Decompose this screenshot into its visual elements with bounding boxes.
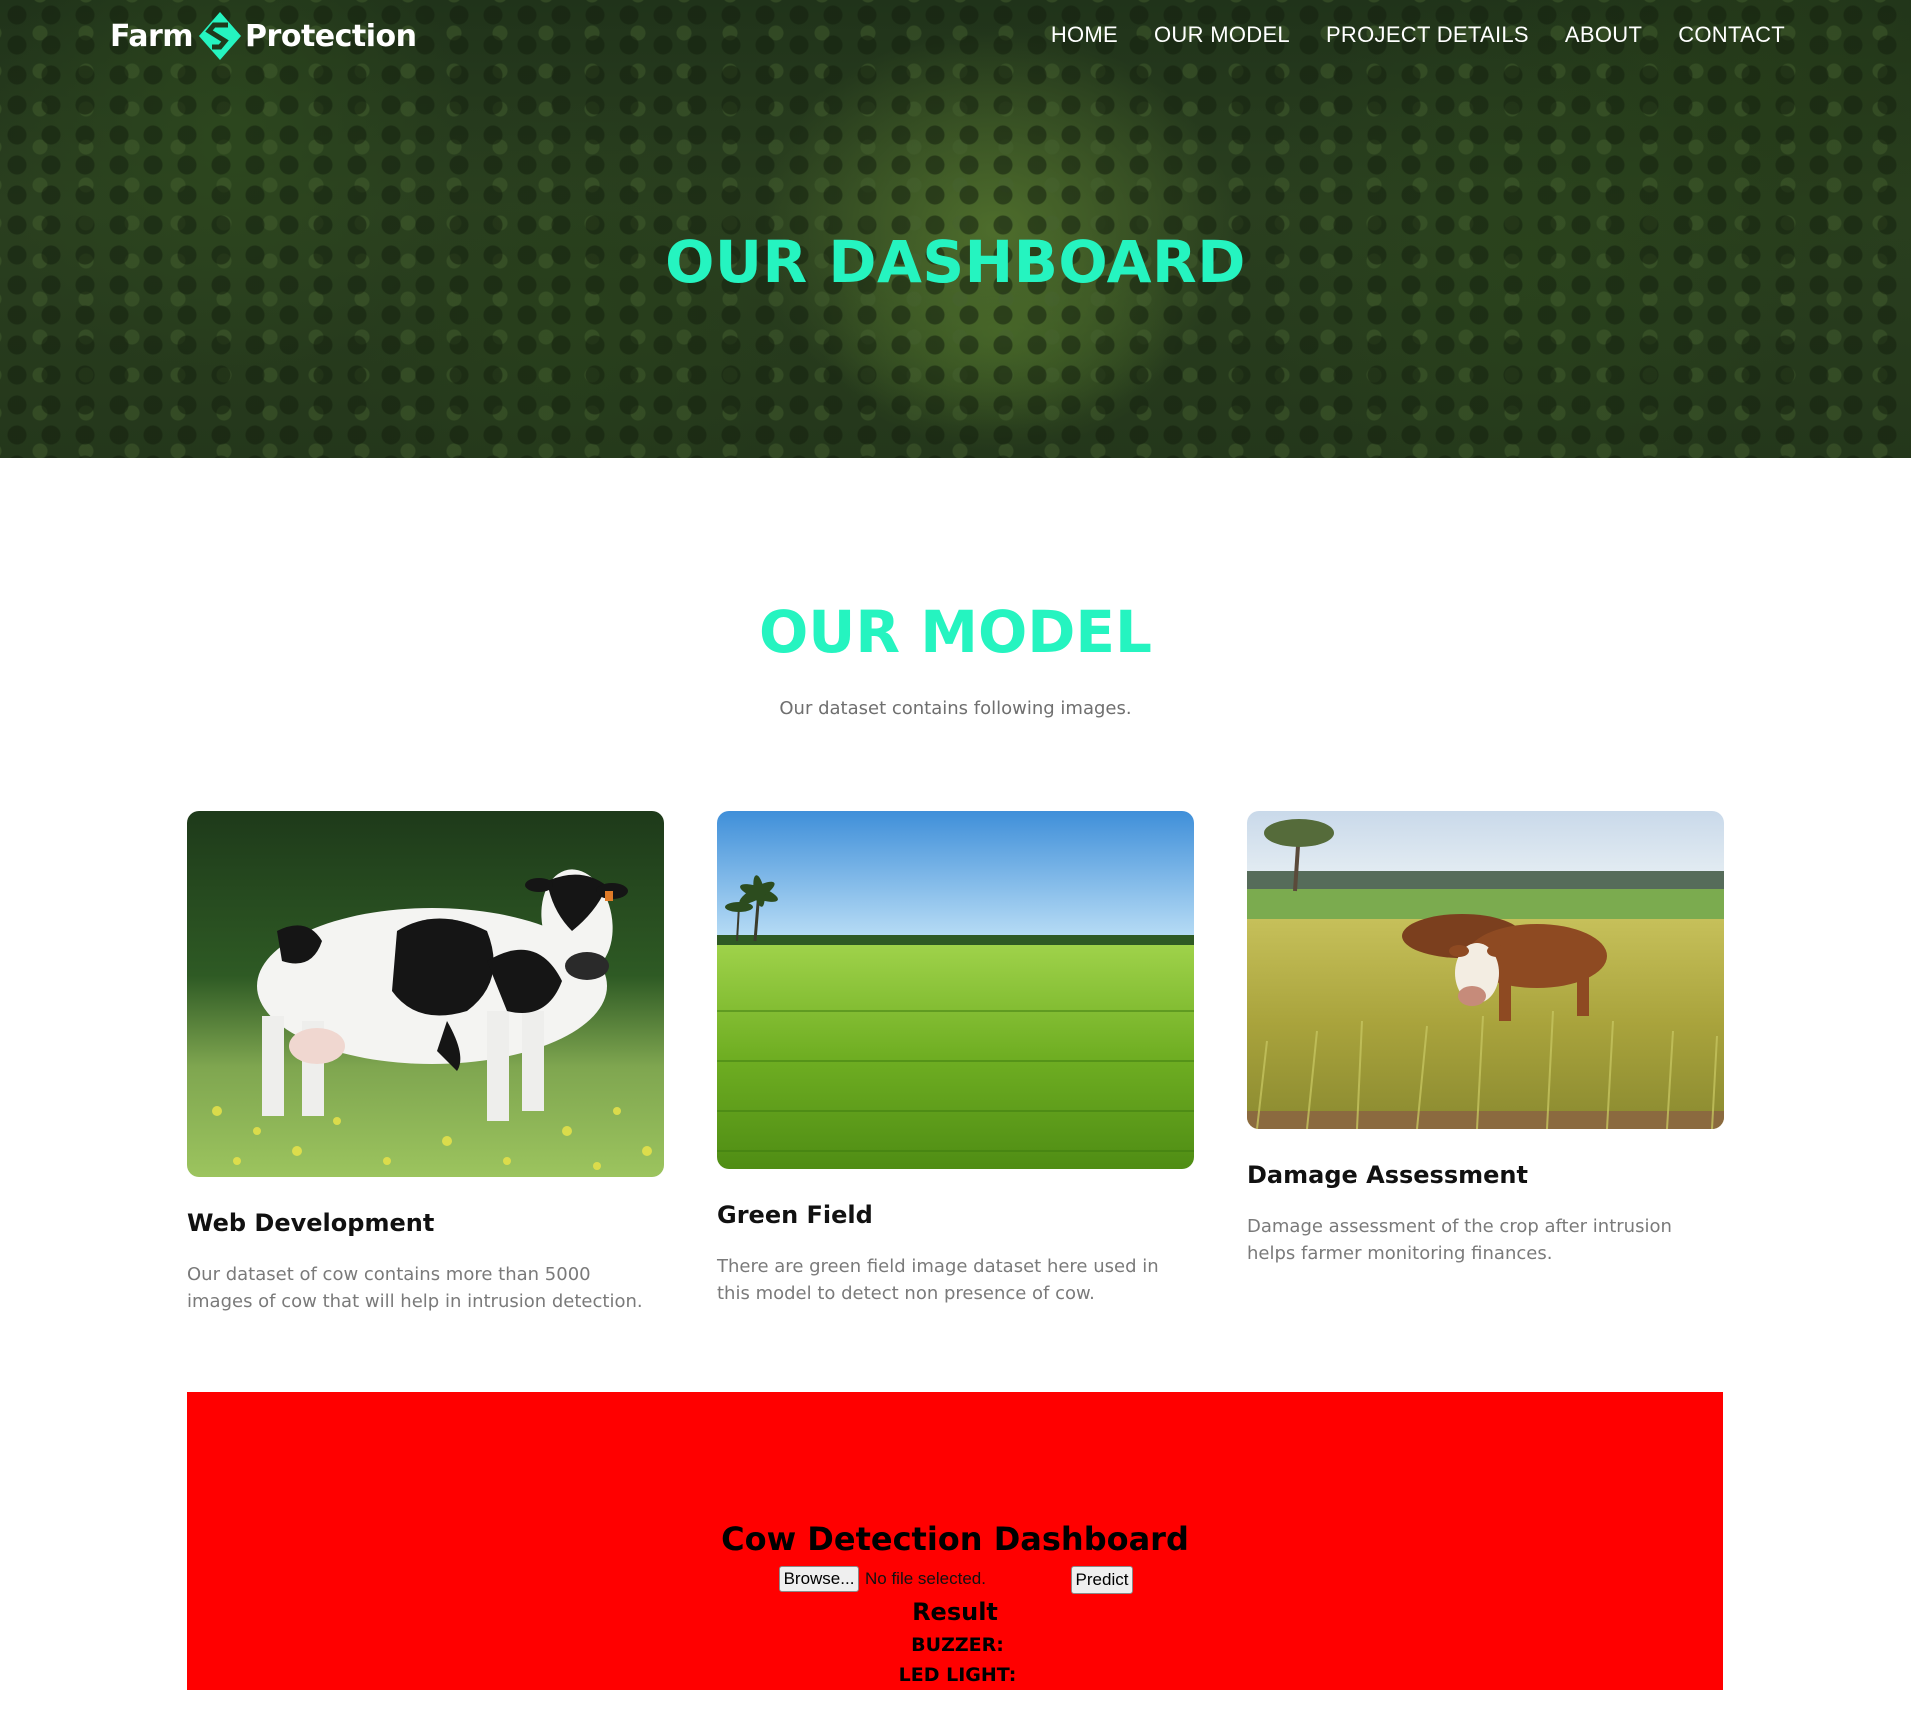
cow-detection-panel: Cow Detection Dashboard Browse... No fil… — [187, 1392, 1723, 1690]
hero-banner: Farm Protection HOME OUR MODEL PROJECT D… — [0, 0, 1911, 458]
page-title: OUR DASHBOARD — [665, 228, 1246, 296]
logo-shield-icon — [199, 12, 242, 60]
model-card-green-field: Green Field There are green field image … — [717, 811, 1194, 1304]
section-title: OUR MODEL — [758, 598, 1152, 666]
cow-image — [187, 811, 664, 1177]
model-card-cow: Web Development Our dataset of cow conta… — [187, 811, 664, 1312]
file-status: No file selected. — [865, 1569, 986, 1588]
site-logo[interactable]: Farm Protection — [110, 10, 417, 62]
nav-contact[interactable]: CONTACT — [1678, 22, 1785, 48]
browse-button[interactable]: Browse... — [779, 1566, 859, 1592]
predict-button[interactable]: Predict — [1071, 1566, 1133, 1594]
nav-project-details[interactable]: PROJECT DETAILS — [1326, 22, 1529, 48]
main-nav: HOME OUR MODEL PROJECT DETAILS ABOUT CON… — [1051, 22, 1785, 48]
section-subtitle: Our dataset contains following images. — [779, 698, 1132, 719]
nav-home[interactable]: HOME — [1051, 22, 1118, 48]
card-title: Web Development — [187, 1209, 435, 1237]
logo-text-protection: Protection — [245, 18, 417, 54]
card-title: Green Field — [717, 1201, 873, 1229]
card-description: Damage assessment of the crop after intr… — [1247, 1216, 1672, 1264]
result-heading: Result — [912, 1598, 998, 1626]
nav-about[interactable]: ABOUT — [1565, 22, 1642, 48]
green-field-image — [717, 811, 1194, 1169]
card-title: Damage Assessment — [1247, 1161, 1528, 1189]
model-card-damage: Damage Assessment Damage assessment of t… — [1247, 811, 1724, 1264]
logo-text-farm: Farm — [110, 18, 194, 54]
dashboard-title: Cow Detection Dashboard — [721, 1520, 1189, 1558]
buzzer-status: BUZZER: — [911, 1634, 1004, 1656]
led-light-status: LED LIGHT: — [898, 1664, 1017, 1686]
nav-our-model[interactable]: OUR MODEL — [1154, 22, 1290, 48]
damage-image — [1247, 811, 1724, 1129]
card-description: Our dataset of cow contains more than 50… — [187, 1264, 643, 1312]
card-description: There are green field image dataset here… — [717, 1256, 1159, 1304]
